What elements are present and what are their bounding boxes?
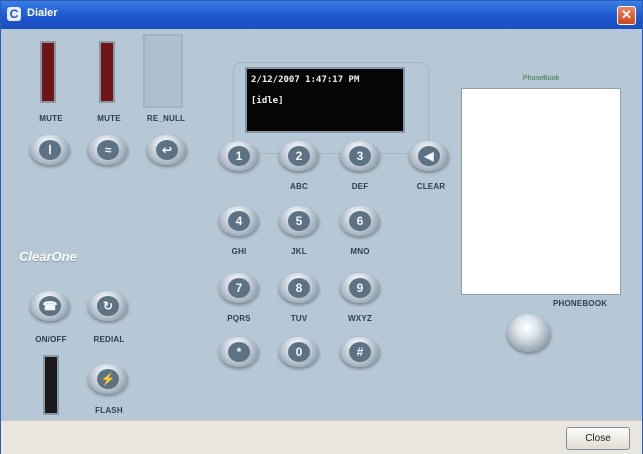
handset-icon: ☎ [39, 296, 61, 316]
key-0-button[interactable]: 0 [279, 337, 319, 367]
close-button[interactable]: Close [566, 427, 630, 450]
key-letters: GHI [231, 247, 247, 256]
re-null-icon: ↩ [156, 140, 178, 160]
on-off-label: ON/OFF [35, 335, 67, 344]
clear-button[interactable]: ◀ [409, 141, 449, 171]
re-null-label: RE_NULL [146, 114, 186, 123]
flash-label: FLASH [95, 406, 123, 415]
key-letters: PQRS [227, 314, 251, 323]
clear-label: CLEAR [416, 182, 446, 191]
dialer-panel: MUTE MUTE RE_NULL Ⅰ ≈ ↩ ClearOne ☎ ↻ ON/… [1, 29, 642, 420]
key-letters: JKL [291, 247, 307, 256]
redial-label: REDIAL [93, 335, 125, 344]
backspace-icon: ◀ [418, 146, 440, 166]
key-letters: WXYZ [348, 314, 372, 323]
key-digit: 5 [288, 211, 310, 231]
redial-button[interactable]: ↻ [88, 291, 128, 321]
phonebook-button[interactable] [507, 314, 551, 352]
status-display: 2/12/2007 1:47:17 PM [idle] [245, 67, 405, 133]
redial-icon: ↻ [97, 296, 119, 316]
key-4-button[interactable]: 4 [219, 206, 259, 236]
speaker-mute-icon: ≈ [97, 140, 119, 160]
re-null-button[interactable]: ↩ [147, 135, 187, 165]
line-level-meter [43, 355, 59, 415]
key-9-button[interactable]: 9 [340, 273, 380, 303]
key-digit: * [228, 342, 250, 362]
key-digit: 6 [349, 211, 371, 231]
key-letters: DEF [351, 182, 369, 191]
key-letters: TUV [290, 314, 308, 323]
reference-level-meter [143, 34, 183, 108]
key-5-button[interactable]: 5 [279, 206, 319, 236]
key-digit: # [349, 342, 371, 362]
key-letters: ABC [290, 182, 308, 191]
flash-button[interactable]: ⚡ [88, 364, 128, 394]
mic-mute-icon: Ⅰ [39, 140, 61, 160]
mute-right-label: MUTE [97, 114, 121, 123]
mute-left-label: MUTE [39, 114, 63, 123]
key-pound-button[interactable]: # [340, 337, 380, 367]
key-8-button[interactable]: 8 [279, 273, 319, 303]
key-3-button[interactable]: 3 [340, 141, 380, 171]
key-digit: 8 [288, 278, 310, 298]
speaker-level-meter [99, 41, 115, 103]
key-1-button[interactable]: 1 [219, 141, 259, 171]
key-digit: 9 [349, 278, 371, 298]
key-digit: 0 [288, 342, 310, 362]
phonebook-label: PHONEBOOK [553, 299, 608, 308]
title-bar[interactable]: C Dialer ✕ [1, 1, 642, 29]
key-7-button[interactable]: 7 [219, 273, 259, 303]
dialer-window: C Dialer ✕ MUTE MUTE RE_NULL Ⅰ ≈ ↩ Clear… [0, 0, 643, 454]
mute-speaker-button[interactable]: ≈ [88, 135, 128, 165]
key-digit: 7 [228, 278, 250, 298]
display-datetime: 2/12/2007 1:47:17 PM [251, 75, 360, 85]
key-6-button[interactable]: 6 [340, 206, 380, 236]
key-2-button[interactable]: 2 [279, 141, 319, 171]
key-digit: 1 [228, 146, 250, 166]
key-digit: 4 [228, 211, 250, 231]
mute-mic-button[interactable]: Ⅰ [30, 135, 70, 165]
flash-icon: ⚡ [97, 369, 119, 389]
window-close-button[interactable]: ✕ [617, 6, 636, 25]
window-title: Dialer [27, 7, 58, 19]
clearone-logo: ClearOne [19, 249, 77, 264]
mic-level-meter [40, 41, 56, 103]
key-star-button[interactable]: * [219, 337, 259, 367]
display-status: [idle] [251, 96, 284, 106]
phonebook-list[interactable] [461, 88, 621, 295]
app-icon: C [7, 7, 21, 21]
key-letters: MNO [350, 247, 370, 256]
status-bar: Close [1, 420, 642, 454]
key-digit: 2 [288, 146, 310, 166]
phonebook-title: PhoneBook [522, 75, 560, 82]
key-digit: 3 [349, 146, 371, 166]
on-off-button[interactable]: ☎ [30, 291, 70, 321]
